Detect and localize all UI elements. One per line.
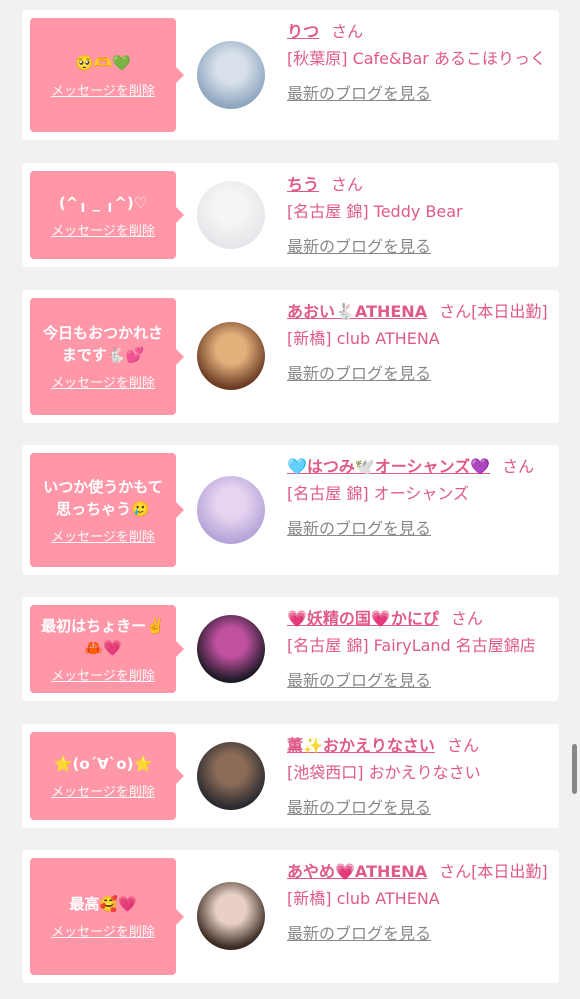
avatar[interactable] — [197, 882, 265, 950]
message-card: (^╻ _ ╻^)♡ メッセージを削除 ちう さん [名古屋 錦] Teddy B… — [22, 163, 559, 267]
name-line: 薫✨おかえりなさい さん — [287, 732, 552, 759]
cast-name-link[interactable]: あやめ💗ATHENA — [287, 862, 427, 881]
honorific: さん — [439, 302, 472, 321]
message-text: 🥺🫶💚 — [74, 53, 132, 72]
avatar[interactable] — [197, 615, 265, 683]
message-bubble: いつか使うかもて思っちゃう🥲 メッセージを削除 — [30, 453, 184, 567]
status-text: [本日出勤] — [471, 302, 548, 321]
message-text: (^╻ _ ╻^)♡ — [58, 193, 148, 212]
avatar[interactable] — [197, 322, 265, 390]
delete-message-link[interactable]: メッセージを削除 — [51, 372, 155, 391]
shop-name: [新橋] club ATHENA — [287, 889, 440, 908]
name-line: 🩵はつみ🕊️オーシャンズ💜 さん — [287, 453, 552, 480]
view-blog-link[interactable]: 最新のブログを見る — [287, 80, 431, 107]
honorific: さん — [502, 457, 535, 476]
message-bubble: 🥺🫶💚 メッセージを削除 — [30, 18, 184, 132]
message-text: 最高🥰💗 — [69, 895, 137, 913]
honorific: さん — [439, 862, 472, 881]
cast-info: 💗妖精の国💗かにぴ さん [名古屋 錦] FairyLand 名古屋錦店 最新のブ… — [287, 605, 552, 694]
message-card: いつか使うかもて思っちゃう🥲 メッセージを削除 🩵はつみ🕊️オーシャンズ💜 さん … — [22, 445, 559, 575]
name-line: あやめ💗ATHENA さん[本日出勤] — [287, 858, 552, 885]
view-blog-link[interactable]: 最新のブログを見る — [287, 667, 431, 694]
delete-message-link[interactable]: メッセージを削除 — [51, 220, 155, 239]
cast-info: あやめ💗ATHENA さん[本日出勤] [新橋] club ATHENA 最新のブ… — [287, 858, 552, 947]
delete-message-link[interactable]: メッセージを削除 — [51, 80, 155, 99]
honorific: さん — [450, 609, 483, 628]
delete-message-link[interactable]: メッセージを削除 — [51, 526, 155, 545]
cast-info: あおい🐇ATHENA さん[本日出勤] [新橋] club ATHENA 最新のブ… — [287, 298, 552, 387]
cast-info: 🩵はつみ🕊️オーシャンズ💜 さん [名古屋 錦] オーシャンズ 最新のブログを見る — [287, 453, 552, 542]
shop-name: [名古屋 錦] オーシャンズ — [287, 484, 470, 503]
message-bubble: 最高🥰💗 メッセージを削除 — [30, 858, 184, 975]
message-bubble: 最初はちょきー✌️🦀💗 メッセージを削除 — [30, 605, 184, 693]
message-bubble: 今日もおつかれさまです🐇💕 メッセージを削除 — [30, 298, 184, 415]
shop-name: [新橋] club ATHENA — [287, 329, 440, 348]
avatar[interactable] — [197, 181, 265, 249]
name-line: あおい🐇ATHENA さん[本日出勤] — [287, 298, 552, 325]
message-text: 最初はちょきー✌️🦀💗 — [41, 616, 165, 657]
message-card: 🥺🫶💚 メッセージを削除 りつ さん [秋葉原] Cafe&Bar あるこほりっく… — [22, 10, 559, 140]
status-text: [本日出勤] — [471, 862, 548, 881]
shop-name: [名古屋 錦] Teddy Bear — [287, 202, 463, 221]
honorific: さん — [331, 175, 364, 194]
message-card: 最高🥰💗 メッセージを削除 あやめ💗ATHENA さん[本日出勤] [新橋] cl… — [22, 850, 559, 983]
shop-name: [秋葉原] Cafe&Bar あるこほりっく — [287, 49, 546, 68]
message-bubble: ⭐️(o´∀`o)⭐️ メッセージを削除 — [30, 732, 184, 820]
cast-name-link[interactable]: ちう — [287, 175, 319, 194]
cast-info: 薫✨おかえりなさい さん [池袋西口] おかえりなさい 最新のブログを見る — [287, 732, 552, 821]
cast-name-link[interactable]: りつ — [287, 22, 319, 41]
view-blog-link[interactable]: 最新のブログを見る — [287, 794, 431, 821]
cast-name-link[interactable]: 🩵はつみ🕊️オーシャンズ💜 — [287, 457, 490, 476]
delete-message-link[interactable]: メッセージを削除 — [51, 781, 155, 800]
message-bubble: (^╻ _ ╻^)♡ メッセージを削除 — [30, 171, 184, 259]
name-line: 💗妖精の国💗かにぴ さん — [287, 605, 552, 632]
shop-name: [池袋西口] おかえりなさい — [287, 763, 481, 782]
view-blog-link[interactable]: 最新のブログを見る — [287, 515, 431, 542]
avatar[interactable] — [197, 742, 265, 810]
shop-name: [名古屋 錦] FairyLand 名古屋錦店 — [287, 636, 536, 655]
delete-message-link[interactable]: メッセージを削除 — [51, 921, 155, 940]
delete-message-link[interactable]: メッセージを削除 — [51, 665, 155, 684]
cast-info: ちう さん [名古屋 錦] Teddy Bear 最新のブログを見る — [287, 171, 552, 260]
cast-name-link[interactable]: あおい🐇ATHENA — [287, 302, 427, 321]
avatar[interactable] — [197, 476, 265, 544]
cast-name-link[interactable]: 薫✨おかえりなさい — [287, 736, 435, 755]
cast-info: りつ さん [秋葉原] Cafe&Bar あるこほりっく 最新のブログを見る — [287, 18, 552, 107]
message-card: 最初はちょきー✌️🦀💗 メッセージを削除 💗妖精の国💗かにぴ さん [名古屋 錦]… — [22, 597, 559, 701]
message-card: 今日もおつかれさまです🐇💕 メッセージを削除 あおい🐇ATHENA さん[本日出勤… — [22, 290, 559, 423]
view-blog-link[interactable]: 最新のブログを見る — [287, 233, 431, 260]
avatar[interactable] — [197, 41, 265, 109]
cast-name-link[interactable]: 💗妖精の国💗かにぴ — [287, 609, 439, 628]
scrollbar-thumb[interactable] — [572, 744, 577, 794]
honorific: さん — [446, 736, 479, 755]
view-blog-link[interactable]: 最新のブログを見る — [287, 360, 431, 387]
name-line: りつ さん — [287, 18, 552, 45]
message-card: ⭐️(o´∀`o)⭐️ メッセージを削除 薫✨おかえりなさい さん [池袋西口] … — [22, 724, 559, 828]
honorific: さん — [331, 22, 364, 41]
message-text: ⭐️(o´∀`o)⭐️ — [53, 754, 153, 773]
name-line: ちう さん — [287, 171, 552, 198]
message-text: 今日もおつかれさまです🐇💕 — [42, 324, 163, 364]
message-text: いつか使うかもて思っちゃう🥲 — [43, 477, 163, 518]
view-blog-link[interactable]: 最新のブログを見る — [287, 920, 431, 947]
